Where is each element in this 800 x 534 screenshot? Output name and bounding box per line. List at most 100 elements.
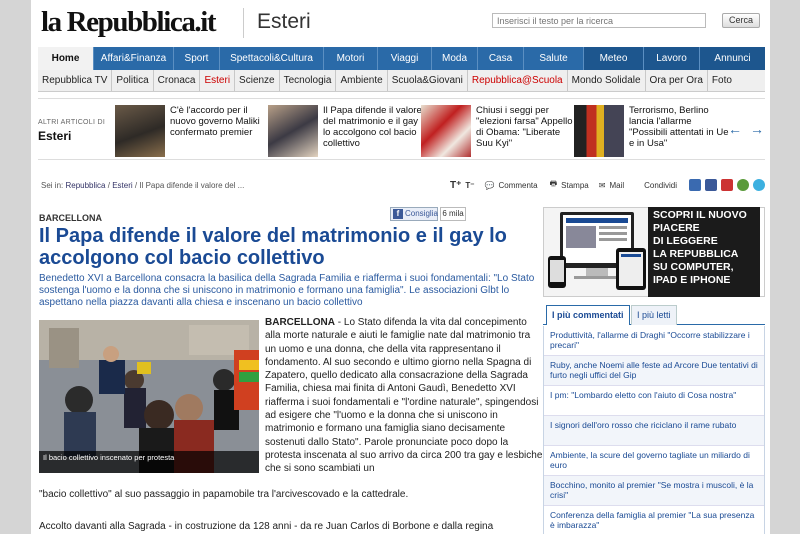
article-title: Il Papa difende il valore del matrimonio…: [39, 225, 507, 269]
other-article-item[interactable]: Chiusi i seggi per "elezioni farsa" Appe…: [421, 105, 573, 157]
comment-link[interactable]: Commenta: [498, 181, 537, 190]
list-item[interactable]: Ambiente, la scure del governo tagliate …: [544, 446, 764, 476]
list-item[interactable]: Produttività, l'allarme di Draghi "Occor…: [544, 326, 764, 356]
list-item[interactable]: Bocchino, monito al premier "Se mostra i…: [544, 476, 764, 506]
subnav-politica[interactable]: Politica: [112, 70, 154, 91]
promo-line: SCOPRI IL NUOVO: [653, 209, 747, 221]
article-body-next-paragraph: Accolto davanti alla Sagrada - in costru…: [39, 521, 494, 532]
article-body-continued: "bacio collettivo" al suo passaggio in p…: [39, 489, 409, 500]
subnav-cronaca[interactable]: Cronaca: [154, 70, 201, 91]
nav-affari-finanza[interactable]: Affari&Finanza: [94, 47, 174, 70]
nav-salute[interactable]: Salute: [524, 47, 584, 70]
nav-sport[interactable]: Sport: [174, 47, 220, 70]
facebook-like-count: 6 mila: [440, 207, 466, 221]
section-title: Esteri: [257, 10, 311, 33]
logo[interactable]: la Repubblica.it: [41, 6, 217, 39]
other-article-thumbnail: [574, 105, 624, 157]
print-icon[interactable]: 🖶: [550, 178, 558, 192]
mail-icon[interactable]: ✉: [599, 181, 606, 190]
subnav-scuola-giovani[interactable]: Scuola&Giovani: [388, 70, 468, 91]
tab-most-commented[interactable]: I più commentati: [546, 305, 630, 325]
nav-casa[interactable]: Casa: [478, 47, 524, 70]
promo-line: SU COMPUTER,: [653, 261, 734, 273]
promo-line: PIACERE: [653, 222, 700, 234]
subnav-repubblica-scuola[interactable]: Repubblica@Scuola: [468, 70, 568, 91]
sub-nav: Repubblica TV Politica Cronaca Esteri Sc…: [38, 70, 765, 92]
nav-moda[interactable]: Moda: [432, 47, 478, 70]
subnav-scienze[interactable]: Scienze: [235, 70, 280, 91]
subnav-repubblica-tv[interactable]: Repubblica TV: [38, 70, 113, 91]
other-article-text[interactable]: Chiusi i seggi per "elezioni farsa" Appe…: [476, 105, 576, 149]
nav-home[interactable]: Home: [38, 47, 94, 70]
twitter-icon[interactable]: [753, 179, 766, 191]
next-arrow-icon[interactable]: →: [750, 121, 764, 137]
article-body-text: - Lo Stato difenda la vita dal concepime…: [265, 317, 543, 475]
other-article-text[interactable]: Il Papa difende il valore del matrimonio…: [323, 105, 423, 149]
nav-lavoro[interactable]: Lavoro: [644, 47, 700, 70]
breadcrumb-current: Il Papa difende il valore del ...: [139, 181, 245, 190]
prev-arrow-icon[interactable]: ←: [728, 121, 742, 137]
main-nav: Home Affari&Finanza Sport Spettacoli&Cul…: [38, 47, 765, 70]
breadcrumb: Sei in: Repubblica / Esteri / Il Papa di…: [41, 181, 244, 190]
tab-most-read[interactable]: I più letti: [631, 305, 677, 325]
other-article-item[interactable]: Il Papa difende il valore del matrimonio…: [268, 105, 422, 157]
mail-link[interactable]: Mail: [609, 181, 624, 190]
promo-devices-image: [544, 208, 650, 296]
breadcrumb-separator: /: [134, 181, 138, 190]
subnav-ora-per-ora[interactable]: Ora per Ora: [646, 70, 708, 91]
search-input[interactable]: [492, 13, 706, 28]
most-commented-list: Produttività, l'allarme di Draghi "Occor…: [543, 326, 765, 534]
print-link[interactable]: Stampa: [561, 181, 589, 190]
article-body: BARCELLONA - Lo Stato difenda la vita da…: [265, 316, 543, 476]
share-label: Condividi: [644, 180, 678, 190]
subnav-mondo-solidale[interactable]: Mondo Solidale: [568, 70, 646, 91]
other-articles-label: ALTRI ARTICOLI DI: [38, 119, 106, 126]
breadcrumb-item[interactable]: Repubblica: [65, 181, 105, 190]
nav-spettacoli-cultura[interactable]: Spettacoli&Cultura: [220, 47, 324, 70]
article-subtitle: Benedetto XVI a Barcellona consacra la b…: [39, 273, 535, 308]
delicious-icon[interactable]: [689, 179, 702, 191]
list-item[interactable]: I signori dell'oro rosso che riciclano i…: [544, 416, 764, 446]
tabs: I più commentati I più letti: [543, 305, 765, 325]
nav-motori[interactable]: Motori: [324, 47, 378, 70]
subnav-foto[interactable]: Foto: [708, 70, 736, 91]
nav-viaggi[interactable]: Viaggi: [378, 47, 432, 70]
nav-annunci[interactable]: Annunci: [700, 47, 765, 70]
share-red-icon[interactable]: [721, 179, 734, 191]
facebook-icon: f: [393, 209, 403, 219]
comment-icon[interactable]: 💬: [485, 181, 495, 190]
article-kicker: BARCELLONA: [39, 213, 102, 223]
other-articles: ALTRI ARTICOLI DI Esteri C'è l'accordo p…: [38, 98, 765, 160]
search-button[interactable]: Cerca: [722, 13, 760, 28]
facebook-like-button[interactable]: f Consiglia: [390, 207, 438, 221]
photo-caption: Il bacio collettivo inscenato per protes…: [39, 451, 259, 473]
promo-line: IPAD E IPHONE: [653, 274, 731, 286]
header-divider: [243, 8, 244, 38]
nav-meteo[interactable]: Meteo: [584, 47, 644, 70]
promo-line: LA REPUBBLICA: [653, 248, 739, 260]
other-article-thumbnail: [268, 105, 318, 157]
font-increase-icon[interactable]: T⁺: [450, 180, 461, 191]
other-article-text[interactable]: C'è l'accordo per il nuovo governo Malik…: [170, 105, 270, 138]
subnav-esteri[interactable]: Esteri: [200, 70, 236, 91]
list-item[interactable]: Ruby, anche Noemi alle feste ad Arcore D…: [544, 356, 764, 386]
article-dateline: BARCELLONA: [265, 317, 335, 328]
font-decrease-icon[interactable]: T⁻: [465, 181, 474, 190]
facebook-icon[interactable]: [705, 179, 718, 191]
subnav-ambiente[interactable]: Ambiente: [336, 70, 388, 91]
promo-line: DI LEGGERE: [653, 235, 718, 247]
promo-text[interactable]: SCOPRI IL NUOVO PIACERE DI LEGGERE LA RE…: [648, 207, 760, 297]
breadcrumb-prefix: Sei in:: [41, 181, 64, 190]
list-item[interactable]: I pm: "Lombardo eletto con l'aiuto di Co…: [544, 386, 764, 416]
other-article-thumbnail: [421, 105, 471, 157]
subnav-tecnologia[interactable]: Tecnologia: [280, 70, 337, 91]
breadcrumb-separator: /: [107, 181, 110, 190]
other-article-text[interactable]: Terrorismo, Berlino lancia l'allarme "Po…: [629, 105, 729, 149]
article-tools: T⁺ T⁻ 💬 Commenta 🖶 Stampa ✉ Mail Condivi…: [450, 178, 766, 192]
facebook-like-label: Consiglia: [405, 209, 438, 218]
other-article-item[interactable]: Terrorismo, Berlino lancia l'allarme "Po…: [574, 105, 728, 157]
share-green-icon[interactable]: [737, 179, 750, 191]
breadcrumb-item[interactable]: Esteri: [112, 181, 132, 190]
list-item[interactable]: Conferenza della famiglia al premier "La…: [544, 506, 764, 534]
other-article-item[interactable]: C'è l'accordo per il nuovo governo Malik…: [115, 105, 265, 157]
